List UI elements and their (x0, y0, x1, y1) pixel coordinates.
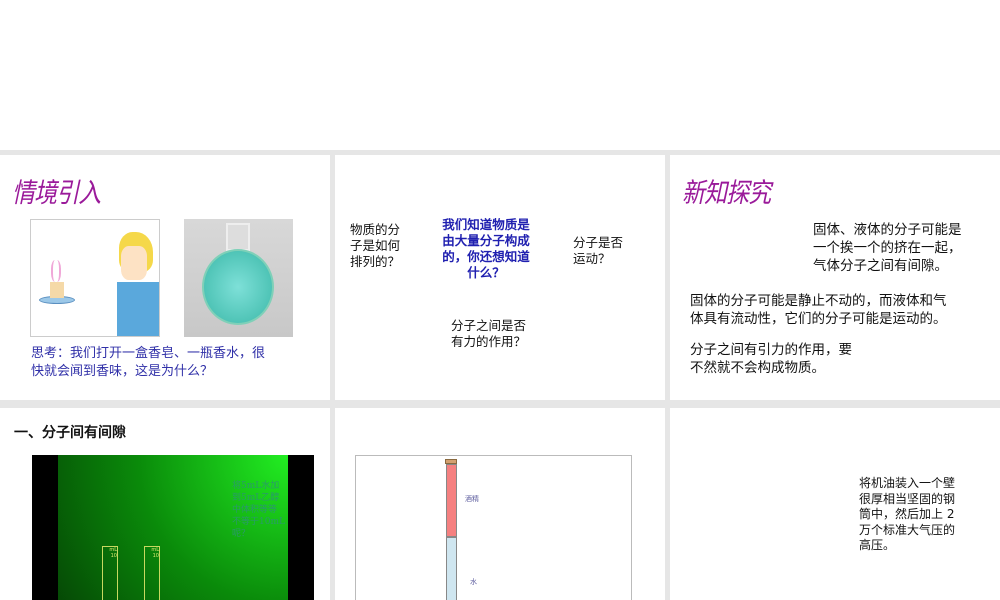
paragraph-force: 分子之间有引力的作用，要 不然就不会构成物质。 (690, 341, 852, 377)
paragraph-motion: 固体的分子可能是静止不动的，而液体和气 体具有流动性，它们的分子可能是运动的。 (690, 292, 947, 328)
text-line: 我们知道物质是 (442, 217, 530, 232)
text-line: 子是如何 (350, 238, 401, 253)
text-line: 物质的分 (350, 222, 401, 237)
cartoon-smell-image (30, 219, 160, 337)
text-line: 运动？ (573, 251, 611, 266)
alcohol-layer (446, 464, 457, 537)
text-line: 的，你还想知道 (442, 249, 530, 264)
tube-diagram: 酒精 水 (355, 455, 632, 600)
text-line: 一个挨一个的挤在一起， (813, 240, 962, 256)
text-line: 呢？ (232, 529, 251, 539)
slide-thumbnail-1[interactable]: 情境引入 思考：我们打开一盒香皂、一瓶香水，很 快就会闻到香味，这是为什么？ (0, 155, 330, 400)
text-line: 很厚相当坚固的钢 (859, 491, 956, 506)
text-line: 排列的？ (350, 254, 401, 269)
text-line: 分子之间有引力的作用，要 (690, 342, 852, 358)
text-line: 由大量分子构成 (442, 233, 530, 248)
text-line: 将5mL水加 (232, 481, 280, 491)
caption-line: 快就会闻到香味，这是为什么？ (31, 364, 214, 379)
text-line: 分子是否 (573, 235, 624, 250)
text-line: 什么？ (467, 265, 505, 280)
central-question: 我们知道物质是 由大量分子构成 的，你还想知道 什么？ (440, 217, 532, 281)
measuring-cylinder: mL 10 (102, 546, 118, 600)
text-line: 有力的作用？ (451, 334, 527, 349)
slide-title: 新知探究 (682, 178, 771, 209)
slide-sorter: 情境引入 思考：我们打开一盒香皂、一瓶香水，很 快就会闻到香味，这是为什么？ 物… (0, 150, 1000, 600)
text-line: 不然就不会构成物质。 (690, 360, 825, 376)
text-line: 到5mL乙醇 (232, 493, 280, 503)
slide-thumbnail-4[interactable]: 一、分子间有间隙 将5mL水加 到5mL乙醇 中体积等等不等于10mL 呢？ mL 10… (0, 408, 330, 600)
slide-thumbnail-5[interactable]: 酒精 水 (335, 408, 665, 600)
text-line: 体具有流动性，它们的分子可能是运动的。 (690, 311, 947, 327)
scale-label: 10 (152, 553, 159, 559)
video-question: 将5mL水加 到5mL乙醇 中体积等等不等于10mL 呢？ (232, 480, 285, 540)
pressure-text: 将机油装入一个壁 很厚相当坚固的钢 筒中，然后加上 2 万个标准大气压的 高压。 (859, 476, 955, 554)
experiment-video[interactable]: 将5mL水加 到5mL乙醇 中体积等等不等于10mL 呢？ mL 10 mL 10 (32, 455, 314, 600)
text-line: 固体的分子可能是静止不动的，而液体和气 (690, 293, 947, 309)
slide-thumbnail-3[interactable]: 新知探究 固体、液体的分子可能是 一个挨一个的挤在一起， 气体分子之间有间隙。 固体… (670, 155, 1000, 400)
question-force: 分子之间是否 有力的作用？ (451, 318, 526, 350)
question-arrangement: 物质的分 子是如何 排列的？ (350, 222, 400, 270)
water-label: 水 (470, 578, 477, 586)
measuring-cylinder: mL 10 (144, 546, 160, 600)
text-line: 高压。 (859, 538, 896, 552)
alcohol-label: 酒精 (465, 495, 479, 503)
text-line: 将机油装入一个壁 (859, 476, 956, 490)
question-motion: 分子是否 运动？ (573, 235, 623, 267)
slide-heading: 一、分子间有间隙 (14, 425, 126, 441)
text-line: 筒中，然后加上 2 (859, 507, 955, 521)
text-line: 固体、液体的分子可能是 (813, 222, 962, 238)
perfume-bottle-image (184, 219, 293, 337)
water-layer (446, 537, 457, 600)
slide-caption: 思考：我们打开一盒香皂、一瓶香水，很 快就会闻到香味，这是为什么？ (31, 345, 265, 381)
caption-line: 思考：我们打开一盒香皂、一瓶香水，很 (31, 346, 266, 361)
text-line: 不等于10mL (232, 517, 285, 527)
slide-thumbnail-6[interactable]: 将机油装入一个壁 很厚相当坚固的钢 筒中，然后加上 2 万个标准大气压的 高压。 (670, 408, 1000, 600)
slide-thumbnail-2[interactable]: 物质的分 子是如何 排列的？ 我们知道物质是 由大量分子构成 的，你还想知道 什么？ 分子… (335, 155, 665, 400)
paragraph-gaps: 固体、液体的分子可能是 一个挨一个的挤在一起， 气体分子之间有间隙。 (813, 221, 962, 275)
scale-label: 10 (110, 553, 117, 559)
text-line: 分子之间是否 (451, 318, 527, 333)
text-line: 气体分子之间有间隙。 (813, 258, 948, 274)
slide-title: 情境引入 (12, 178, 101, 209)
text-line: 中体积等等 (232, 505, 278, 515)
text-line: 万个标准大气压的 (859, 522, 956, 537)
